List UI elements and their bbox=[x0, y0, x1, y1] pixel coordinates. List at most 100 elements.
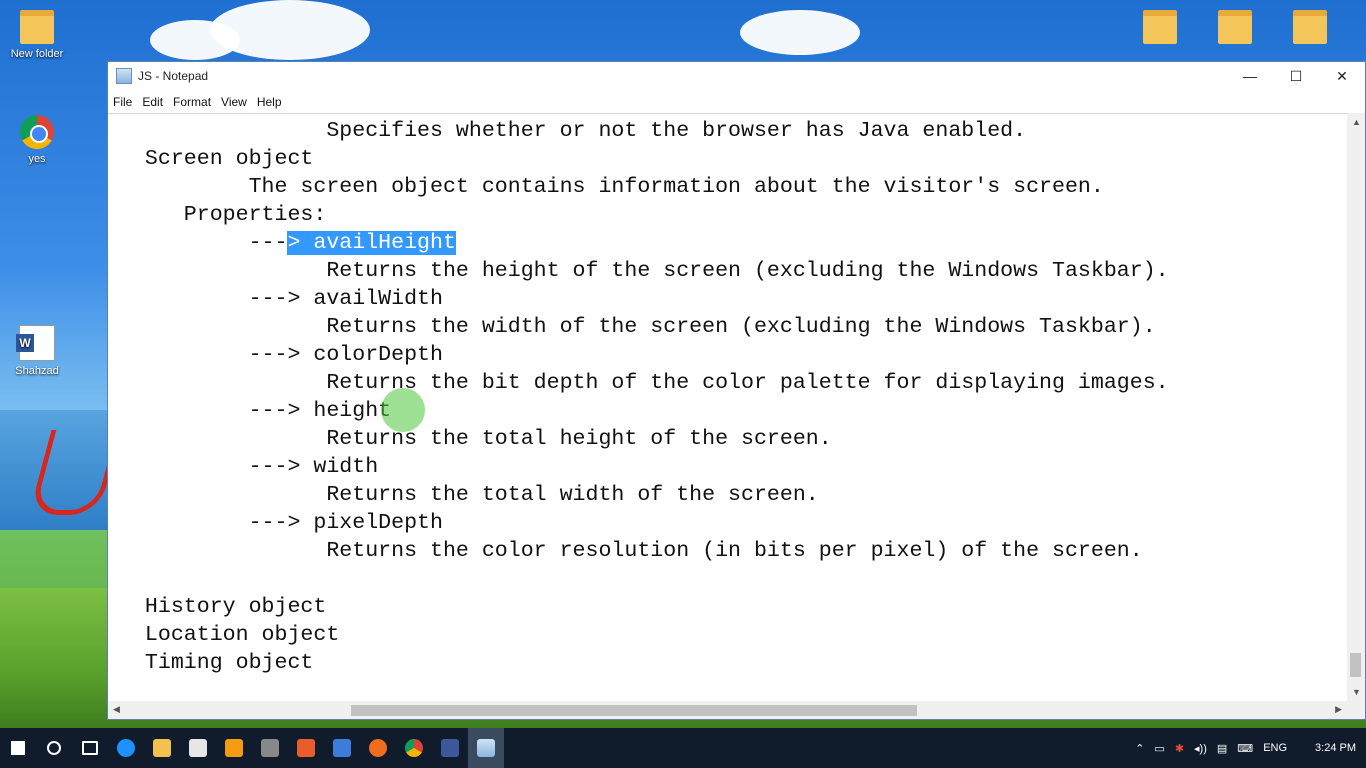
volume-icon[interactable]: ◂)) bbox=[1194, 742, 1207, 755]
desktop-icon-folder[interactable] bbox=[1215, 10, 1255, 48]
chrome-icon bbox=[20, 115, 54, 149]
text-line: History object bbox=[119, 595, 327, 619]
text-editor[interactable]: Specifies whether or not the browser has… bbox=[108, 113, 1347, 701]
file-explorer-icon bbox=[153, 739, 171, 757]
folder-icon bbox=[20, 10, 54, 44]
text-line: Properties: bbox=[119, 203, 327, 227]
film-icon bbox=[261, 739, 279, 757]
battery-icon[interactable]: ▭ bbox=[1154, 742, 1164, 755]
notepad-icon bbox=[477, 739, 495, 757]
menu-format[interactable]: Format bbox=[168, 95, 216, 109]
taskbar-edge[interactable] bbox=[108, 728, 144, 768]
search-button[interactable] bbox=[36, 728, 72, 768]
network-icon[interactable]: ✱ bbox=[1175, 742, 1184, 755]
folder-icon bbox=[1293, 10, 1327, 44]
chevron-up-icon[interactable]: ⌃ bbox=[1135, 742, 1144, 755]
text-line: ---> pixelDepth bbox=[119, 511, 443, 535]
cloud bbox=[740, 10, 860, 55]
desktop-icon-new-folder[interactable]: New folder bbox=[2, 10, 72, 60]
text-line: The screen object contains information a… bbox=[119, 175, 1104, 199]
word-doc-icon bbox=[16, 325, 55, 361]
desktop-icon-label: yes bbox=[28, 153, 46, 165]
horizontal-scrollbar[interactable]: ◀ ▶ bbox=[108, 701, 1347, 719]
taskbar-file-explorer[interactable] bbox=[144, 728, 180, 768]
clock[interactable]: 3:24 PM bbox=[1315, 742, 1356, 754]
text-line: ---> colorDepth bbox=[119, 343, 443, 367]
media-player-icon bbox=[225, 739, 243, 757]
desktop-icon-label: Shahzad bbox=[15, 365, 59, 377]
text-line: Returns the bit depth of the color palet… bbox=[119, 371, 1169, 395]
desktop-icon-chrome[interactable]: yes bbox=[2, 115, 72, 165]
scroll-down-icon[interactable]: ▼ bbox=[1352, 687, 1361, 697]
system-tray: ⌃ ▭ ✱ ◂)) ▤ ⌨ ENG 3:24 PM bbox=[1125, 728, 1356, 768]
desktop-icon-word-doc[interactable]: Shahzad bbox=[2, 325, 72, 377]
text-line: Returns the height of the screen (exclud… bbox=[119, 259, 1169, 283]
maximize-button[interactable]: ☐ bbox=[1273, 62, 1319, 90]
title-bar[interactable]: JS - Notepad — ☐ ✕ bbox=[108, 62, 1365, 90]
window-app-icon bbox=[333, 739, 351, 757]
horizontal-scroll-thumb[interactable] bbox=[351, 705, 917, 716]
taskbar-media-player[interactable] bbox=[216, 728, 252, 768]
text-line: Returns the width of the screen (excludi… bbox=[119, 315, 1156, 339]
mouse-cursor-highlight bbox=[381, 388, 425, 432]
vertical-scroll-thumb[interactable] bbox=[1350, 653, 1361, 677]
taskbar-facebook[interactable] bbox=[432, 728, 468, 768]
fox-icon bbox=[297, 739, 315, 757]
folder-icon bbox=[1218, 10, 1252, 44]
burst-icon bbox=[369, 739, 387, 757]
task-view-icon bbox=[82, 741, 98, 755]
scroll-left-icon[interactable]: ◀ bbox=[113, 704, 120, 715]
scrollbar-corner bbox=[1347, 701, 1365, 719]
notepad-icon bbox=[116, 68, 132, 84]
desktop-icon-folder[interactable] bbox=[1290, 10, 1330, 48]
desktop-icon-label: New folder bbox=[10, 48, 64, 60]
keyboard-icon[interactable]: ⌨ bbox=[1237, 742, 1253, 755]
text-line: Returns the total width of the screen. bbox=[119, 483, 819, 507]
taskbar-notepad[interactable] bbox=[468, 728, 504, 768]
taskbar-chrome[interactable] bbox=[396, 728, 432, 768]
start-button[interactable] bbox=[0, 728, 36, 768]
taskbar: ⌃ ▭ ✱ ◂)) ▤ ⌨ ENG 3:24 PM bbox=[0, 728, 1366, 768]
menu-help[interactable]: Help bbox=[252, 95, 287, 109]
text-line: Specifies whether or not the browser has… bbox=[119, 119, 1027, 143]
text-line: Returns the color resolution (in bits pe… bbox=[119, 539, 1143, 563]
search-icon bbox=[47, 741, 61, 755]
taskbar-app[interactable] bbox=[324, 728, 360, 768]
menu-edit[interactable]: Edit bbox=[137, 95, 168, 109]
taskbar-app[interactable] bbox=[252, 728, 288, 768]
notification-icon[interactable]: ▤ bbox=[1217, 742, 1227, 755]
text-line: ---> availHeight bbox=[119, 229, 456, 257]
menu-bar: File Edit Format View Help bbox=[108, 90, 1365, 113]
facebook-icon bbox=[441, 739, 459, 757]
task-view-button[interactable] bbox=[72, 728, 108, 768]
vertical-scrollbar[interactable]: ▲ ▼ bbox=[1347, 113, 1365, 701]
window-title: JS - Notepad bbox=[138, 69, 209, 83]
taskbar-store[interactable] bbox=[180, 728, 216, 768]
close-button[interactable]: ✕ bbox=[1319, 62, 1365, 90]
text-line: Returns the total height of the screen. bbox=[119, 427, 832, 451]
text-line: ---> availWidth bbox=[119, 287, 443, 311]
scroll-right-icon[interactable]: ▶ bbox=[1335, 704, 1342, 715]
text-line: ---> height bbox=[119, 399, 392, 423]
text-line: Timing object bbox=[119, 651, 314, 675]
taskbar-app[interactable] bbox=[288, 728, 324, 768]
taskbar-app[interactable] bbox=[360, 728, 396, 768]
text-line: Location object bbox=[119, 623, 340, 647]
text-selection: > availHeight bbox=[287, 231, 456, 255]
windows-logo-icon bbox=[11, 741, 25, 755]
desktop-icon-folder[interactable] bbox=[1140, 10, 1180, 48]
notepad-window: JS - Notepad — ☐ ✕ File Edit Format View… bbox=[107, 61, 1366, 720]
folder-icon bbox=[1143, 10, 1177, 44]
menu-file[interactable]: File bbox=[108, 95, 137, 109]
minimize-button[interactable]: — bbox=[1227, 62, 1273, 90]
text-line: Screen object bbox=[119, 147, 314, 171]
menu-view[interactable]: View bbox=[216, 95, 252, 109]
text-line: ---> width bbox=[119, 455, 379, 479]
edge-icon bbox=[117, 739, 135, 757]
scroll-up-icon[interactable]: ▲ bbox=[1352, 117, 1361, 127]
chrome-icon bbox=[405, 739, 423, 757]
cloud bbox=[210, 0, 370, 60]
language-indicator[interactable]: ENG bbox=[1263, 742, 1287, 754]
text-line-part: --- bbox=[119, 231, 288, 255]
store-icon bbox=[189, 739, 207, 757]
